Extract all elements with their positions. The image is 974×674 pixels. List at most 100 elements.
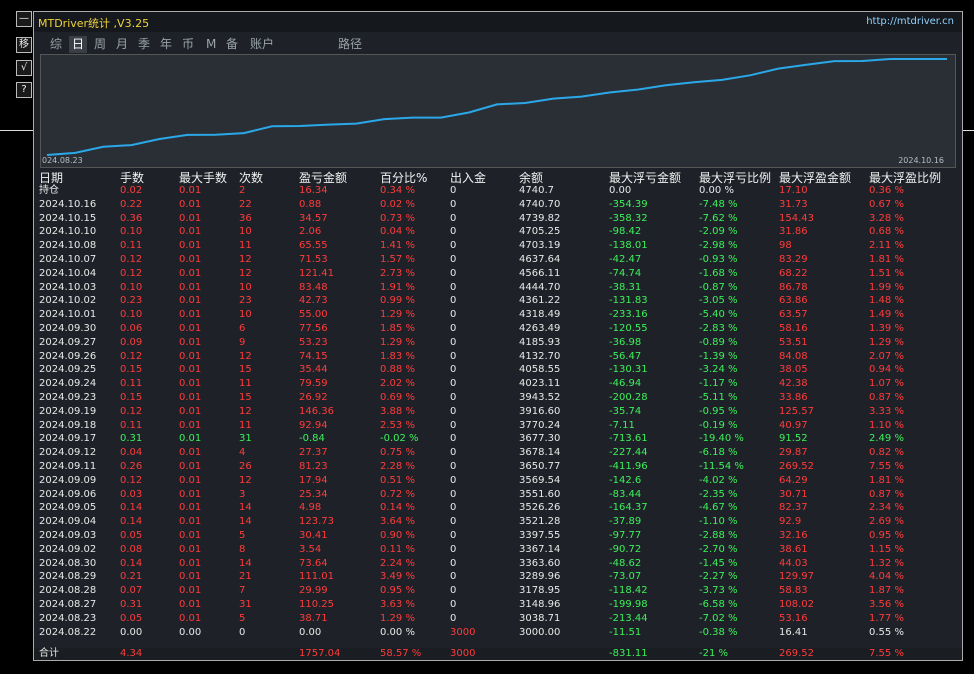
minimize-button[interactable]: — <box>16 11 32 27</box>
table-cell: 0.82 % <box>869 447 904 459</box>
table-cell: 10 <box>239 281 252 293</box>
table-cell: 0.95 % <box>869 530 904 541</box>
background-line <box>0 130 33 131</box>
table-cell: -0.87 % <box>699 281 738 293</box>
tab-1[interactable]: 日 <box>69 36 88 53</box>
table-cell: 0.01 <box>179 240 202 252</box>
table-cell: -1.68 % <box>699 267 738 279</box>
table-cell: -2.09 % <box>699 226 738 238</box>
summary-cell: -21 % <box>699 648 729 659</box>
table-cell: -5.11 % <box>699 392 738 403</box>
table-cell: -4.02 % <box>699 474 738 486</box>
table-cell: 4263.49 <box>519 323 561 334</box>
table-cell: 0.00 <box>299 626 322 638</box>
table-cell: 0 <box>450 419 457 431</box>
table-cell: 0.11 % <box>380 543 415 555</box>
table-cell: 38.71 <box>299 612 328 624</box>
table-cell: 4637.64 <box>519 254 561 265</box>
table-cell: 30.71 <box>779 488 808 500</box>
table-cell: 0.01 <box>179 530 202 541</box>
table-cell: 3569.54 <box>519 474 561 486</box>
tab-3[interactable]: 月 <box>116 36 128 53</box>
table-cell: 0 <box>450 405 457 417</box>
table-cell: 3367.14 <box>519 543 561 555</box>
tab-7[interactable]: M <box>206 36 216 53</box>
table-cell: 12 <box>239 267 252 279</box>
table-cell: 2024.10.15 <box>39 212 97 224</box>
summary-cell: 合计 <box>39 648 59 659</box>
table-cell: 0 <box>450 309 457 321</box>
website-link[interactable]: http://mtdriver.cn <box>866 16 954 27</box>
table-cell: -46.94 <box>609 378 642 390</box>
table-cell: 2.11 % <box>869 240 904 252</box>
table-cell: 121.41 <box>299 267 334 279</box>
tab-6[interactable]: 币 <box>182 36 194 53</box>
tab-8[interactable]: 备 <box>226 36 238 53</box>
table-cell: 269.52 <box>779 461 814 472</box>
table-row: 2024.09.27 0.09 0.01 9 53.23 1.29 % 0 4185.93 -3… <box>34 336 962 350</box>
table-cell: 2024.09.06 <box>39 488 97 500</box>
table-cell: 0.01 <box>179 488 202 500</box>
table-cell: 83.29 <box>779 254 808 265</box>
table-cell: -6.58 % <box>699 599 738 610</box>
table-cell: 36 <box>239 212 252 224</box>
table-cell: 0.04 % <box>380 226 415 238</box>
table-cell: 91.52 <box>779 433 808 445</box>
table-cell: 2024.09.09 <box>39 474 97 486</box>
table-cell: 123.73 <box>299 516 334 528</box>
table-cell: 31 <box>239 599 252 610</box>
table-cell: 0.23 <box>120 295 143 307</box>
table-cell: 2024.09.17 <box>39 433 97 445</box>
table-cell: 0.06 <box>120 323 143 334</box>
tab-10[interactable]: 路径 <box>338 36 362 53</box>
check-button[interactable]: √ <box>16 60 32 76</box>
table-cell: 2024.09.05 <box>39 502 97 514</box>
move-button[interactable]: 移 <box>16 37 32 53</box>
help-button[interactable]: ? <box>16 82 32 98</box>
chart-end-date: 2024.10.16 <box>898 156 944 165</box>
table-cell: 0.01 <box>179 557 202 569</box>
table-cell: -2.98 % <box>699 240 738 252</box>
tab-9[interactable]: 账户 <box>250 36 274 53</box>
table-cell: 1.29 % <box>869 336 904 348</box>
tab-0[interactable]: 综 <box>50 36 62 53</box>
table-cell: 3.56 % <box>869 599 904 610</box>
table-cell: 4740.7 <box>519 185 554 196</box>
table-cell: 0.01 <box>179 461 202 472</box>
table-row: 2024.09.04 0.14 0.01 14 123.73 3.64 % 0 3521.28… <box>34 515 962 529</box>
table-row: 2024.09.17 0.31 0.01 31 -0.84 -0.02 % 0 3677.30… <box>34 432 962 446</box>
table-cell: 0 <box>450 502 457 514</box>
table-cell: 73.64 <box>299 557 328 569</box>
table-cell: 4.98 <box>299 502 322 514</box>
table-cell: 2.34 % <box>869 502 904 514</box>
table-cell: 98 <box>779 240 792 252</box>
summary-cell: 269.52 <box>779 648 814 659</box>
table-cell: -3.24 % <box>699 364 738 376</box>
table-cell: -411.96 <box>609 461 648 472</box>
table-cell: -142.6 <box>609 474 642 486</box>
table-cell: 53.51 <box>779 336 808 348</box>
table-cell: 40.97 <box>779 419 808 431</box>
table-cell: -3.73 % <box>699 585 738 597</box>
table-cell: 63.57 <box>779 309 808 321</box>
table-cell: 3000.00 <box>519 626 561 638</box>
tab-2[interactable]: 周 <box>94 36 106 53</box>
table-cell: 21 <box>239 571 252 583</box>
table-cell: 1.29 % <box>380 336 415 348</box>
table-cell: 1.51 % <box>869 267 904 279</box>
tab-5[interactable]: 年 <box>160 36 172 53</box>
table-row: 2024.08.30 0.14 0.01 14 73.64 2.24 % 0 3363.60 -… <box>34 557 962 571</box>
table-cell: 2024.09.23 <box>39 392 97 403</box>
table-cell: 1.87 % <box>869 585 904 597</box>
table-cell: 53.16 <box>779 612 808 624</box>
table-cell: 2024.10.08 <box>39 240 97 252</box>
table-cell: 16.41 <box>779 626 808 638</box>
table-cell: 0.01 <box>179 198 202 210</box>
table-cell: 0 <box>450 212 457 224</box>
table-cell: -35.74 <box>609 405 642 417</box>
table-cell: 2024.08.23 <box>39 612 97 624</box>
table-row: 2024.10.02 0.23 0.01 23 42.73 0.99 % 0 4361.22 -… <box>34 294 962 308</box>
table-cell: 0.00 <box>179 626 202 638</box>
tab-4[interactable]: 季 <box>138 36 150 53</box>
chart-start-date: 024.08.23 <box>42 156 83 165</box>
